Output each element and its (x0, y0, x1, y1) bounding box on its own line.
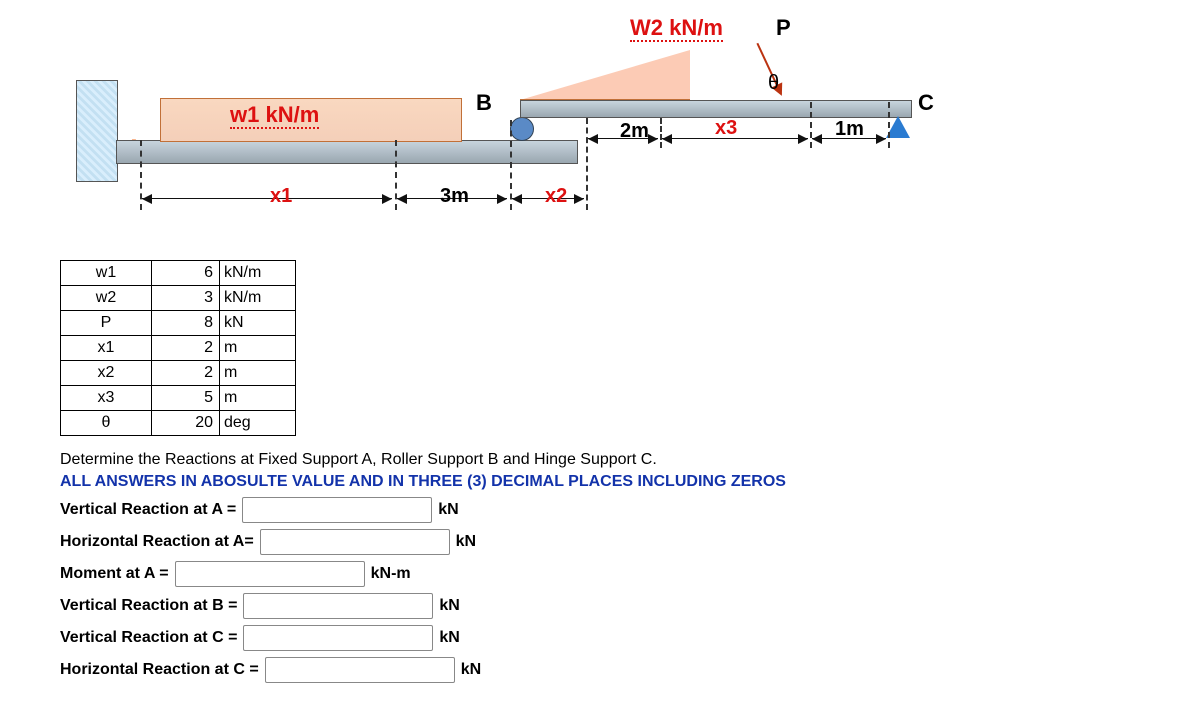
dim-2m: 2m (620, 120, 649, 143)
param-symbol: w1 (61, 261, 152, 286)
table-row: w16kN/m (61, 261, 296, 286)
table-row: P8kN (61, 311, 296, 336)
param-value: 3 (152, 286, 220, 311)
prompt-line-1: Determine the Reactions at Fixed Support… (60, 451, 1140, 469)
table-row: θ20deg (61, 411, 296, 436)
param-value: 5 (152, 386, 220, 411)
ext-line (586, 118, 588, 210)
answer-unit: kN (461, 661, 481, 679)
fixed-support-a (76, 80, 118, 182)
label-b: B (476, 90, 492, 116)
param-unit: m (220, 386, 296, 411)
answer-label: Moment at A = (60, 565, 169, 583)
param-unit: kN (220, 311, 296, 336)
param-symbol: w2 (61, 286, 152, 311)
dim-x2: x2 (545, 185, 567, 208)
param-symbol: x3 (61, 386, 152, 411)
param-value: 6 (152, 261, 220, 286)
dim-x1-line (142, 198, 392, 199)
dim-x3: x3 (715, 117, 737, 140)
answer-row: Moment at A = kN-m (60, 561, 1140, 587)
ext-line (888, 102, 890, 148)
answer-label: Vertical Reaction at C = (60, 629, 237, 647)
answer-input[interactable] (243, 593, 433, 619)
beam-segment-left (116, 140, 578, 164)
answer-label: Horizontal Reaction at C = (60, 661, 259, 679)
param-value: 20 (152, 411, 220, 436)
answer-input[interactable] (175, 561, 365, 587)
answer-row: Vertical Reaction at B = kN (60, 593, 1140, 619)
roller-support-b (510, 117, 534, 141)
param-unit: deg (220, 411, 296, 436)
table-row: w23kN/m (61, 286, 296, 311)
answer-unit: kN-m (371, 565, 411, 583)
force-p-label: P (776, 15, 791, 41)
dim-1m: 1m (835, 118, 864, 141)
answer-row: Vertical Reaction at A = kN (60, 497, 1140, 523)
parameter-table: w16kN/mw23kN/mP8kNx12mx22mx35mθ20deg (60, 260, 296, 436)
answer-label: Horizontal Reaction at A= (60, 533, 254, 551)
angle-theta: θ (768, 72, 779, 95)
param-symbol: x1 (61, 336, 152, 361)
param-symbol: P (61, 311, 152, 336)
table-row: x12m (61, 336, 296, 361)
dim-x1: x1 (270, 185, 292, 208)
param-symbol: θ (61, 411, 152, 436)
param-value: 8 (152, 311, 220, 336)
answer-input[interactable] (260, 529, 450, 555)
param-unit: kN/m (220, 286, 296, 311)
triangular-load-w2 (520, 50, 690, 100)
answer-unit: kN (439, 629, 459, 647)
answer-row: Vertical Reaction at C = kN (60, 625, 1140, 651)
label-c: C (918, 90, 934, 116)
dim-3m: 3m (440, 185, 469, 208)
prompt-line-2: ALL ANSWERS IN ABOSULTE VALUE AND IN THR… (60, 473, 1140, 491)
w2-label: W2 kN/m (630, 15, 723, 41)
param-unit: m (220, 361, 296, 386)
param-unit: kN/m (220, 261, 296, 286)
answer-input[interactable] (242, 497, 432, 523)
param-unit: m (220, 336, 296, 361)
answer-label: Vertical Reaction at A = (60, 501, 236, 519)
param-value: 2 (152, 336, 220, 361)
answer-row: Horizontal Reaction at C = kN (60, 657, 1140, 683)
beam-segment-right (520, 100, 912, 118)
answer-unit: kN (438, 501, 458, 519)
answer-input[interactable] (243, 625, 433, 651)
answer-input[interactable] (265, 657, 455, 683)
answer-unit: kN (439, 597, 459, 615)
param-symbol: x2 (61, 361, 152, 386)
param-value: 2 (152, 361, 220, 386)
table-row: x22m (61, 361, 296, 386)
w1-label: w1 kN/m (230, 102, 319, 128)
answer-row: Horizontal Reaction at A= kN (60, 529, 1140, 555)
beam-diagram: A w1 kN/m B W2 kN/m P θ C x1 3m x2 2m x3… (60, 20, 940, 240)
table-row: x35m (61, 386, 296, 411)
answer-unit: kN (456, 533, 476, 551)
answer-label: Vertical Reaction at B = (60, 597, 237, 615)
